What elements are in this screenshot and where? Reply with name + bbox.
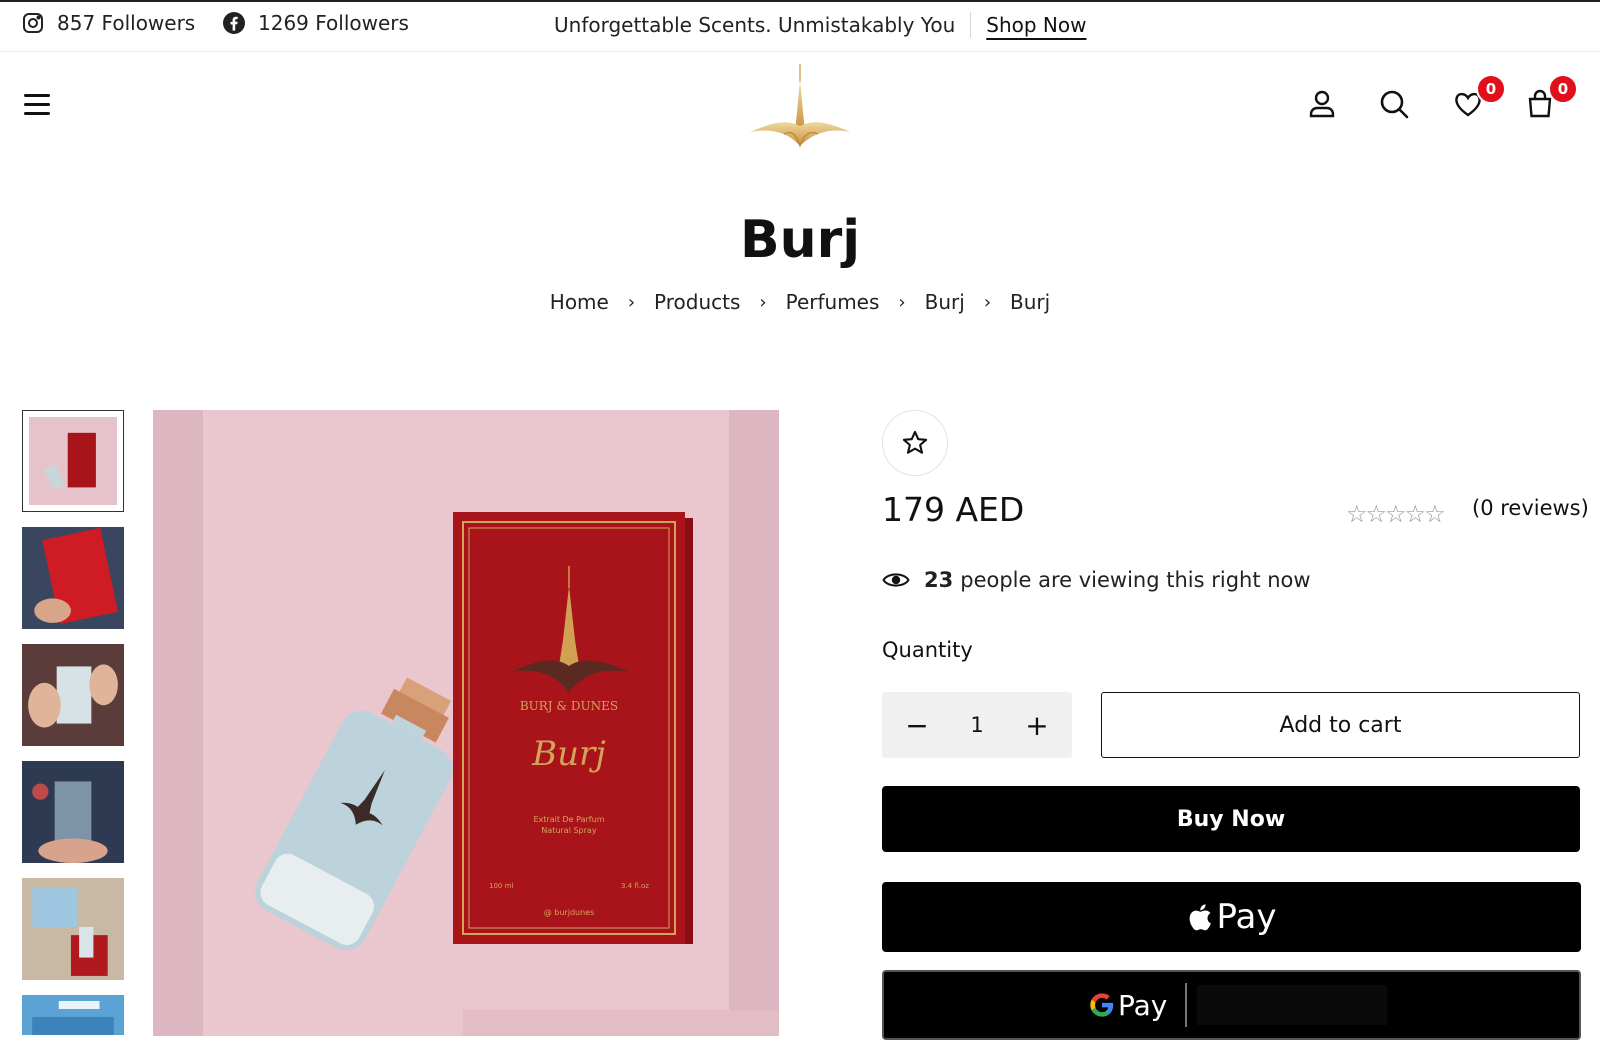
star-empty-icon: ☆ xyxy=(1424,500,1445,528)
breadcrumb: Home › Products › Perfumes › Burj › Burj xyxy=(0,290,1600,314)
buy-now-button[interactable]: Buy Now xyxy=(882,786,1580,852)
promo-message: Unforgettable Scents. Unmistakably You S… xyxy=(554,12,1086,38)
shop-now-link[interactable]: Shop Now xyxy=(986,13,1086,37)
add-to-cart-button[interactable]: Add to cart xyxy=(1101,692,1580,758)
cart-count-badge: 0 xyxy=(1548,74,1578,104)
thumbnail-image xyxy=(29,417,117,505)
thumbnail-image xyxy=(22,761,124,863)
account-button[interactable] xyxy=(1306,88,1342,124)
box-line-1: Extrait De Parfum xyxy=(534,815,605,824)
instagram-followers[interactable]: 857 Followers xyxy=(21,11,195,35)
google-pay-brand: Pay xyxy=(1088,989,1167,1022)
quantity-stepper: − 1 + xyxy=(882,692,1072,758)
burj-dunes-logo[interactable] xyxy=(748,62,852,158)
breadcrumb-current: Burj xyxy=(1010,290,1051,314)
viewers-text: people are viewing this right now xyxy=(960,568,1311,592)
quantity-decrease-button[interactable]: − xyxy=(902,709,932,742)
box-handle: @ burjdunes xyxy=(544,908,595,917)
quantity-label: Quantity xyxy=(882,638,973,662)
promo-text: Unforgettable Scents. Unmistakably You xyxy=(554,13,956,37)
breadcrumb-burj-collection[interactable]: Burj xyxy=(925,290,965,314)
thumbnail-2[interactable] xyxy=(22,527,124,629)
google-pay-divider xyxy=(1185,983,1188,1027)
box-volume-oz: 3.4 fl.oz xyxy=(621,882,649,890)
thumbnail-image xyxy=(22,995,124,1035)
instagram-icon xyxy=(23,13,43,33)
thumbnail-3[interactable] xyxy=(22,644,124,746)
apple-pay-label: Pay xyxy=(1216,897,1277,937)
main-product-image[interactable]: BURJ & DUNES Burj Extrait De Parfum Natu… xyxy=(153,410,779,1036)
thumbnail-image xyxy=(22,878,124,980)
page-title: Burj xyxy=(739,210,861,270)
instagram-count: 857 xyxy=(57,11,96,35)
search-button[interactable] xyxy=(1378,88,1414,124)
star-empty-icon: ☆ xyxy=(1404,500,1426,528)
wishlist-toggle-button[interactable] xyxy=(882,410,948,476)
breadcrumb-separator: › xyxy=(759,291,767,313)
instagram-label: Followers xyxy=(101,11,196,35)
apple-logo-icon xyxy=(1189,904,1211,931)
google-pay-button[interactable]: Pay xyxy=(882,970,1581,1040)
thumbnail-6[interactable] xyxy=(22,995,124,1035)
box-brand-text: BURJ & DUNES xyxy=(520,699,618,713)
box-line-2: Natural Spray xyxy=(541,826,596,835)
breadcrumb-home[interactable]: Home xyxy=(550,290,609,314)
breadcrumb-perfumes[interactable]: Perfumes xyxy=(786,290,880,314)
eye-icon xyxy=(882,573,910,587)
facebook-label: Followers xyxy=(315,11,409,35)
search-icon xyxy=(1380,90,1409,119)
box-volume: 100 ml xyxy=(489,882,513,890)
google-pay-card-area xyxy=(1197,985,1388,1025)
box-script-text: Burj xyxy=(531,734,606,774)
apple-pay-button[interactable]: Pay xyxy=(882,882,1581,952)
product-photo: BURJ & DUNES Burj Extrait De Parfum Natu… xyxy=(153,410,779,1036)
hamburger-menu-icon[interactable] xyxy=(24,94,52,118)
star-empty-icon: ☆ xyxy=(1346,500,1367,528)
google-pay-label: Pay xyxy=(1118,988,1168,1022)
facebook-followers[interactable]: 1269 Followers xyxy=(222,11,409,35)
thumbnail-image xyxy=(22,644,124,746)
breadcrumb-separator: › xyxy=(898,291,906,313)
announcement-bar: 857 Followers 1269 Followers Unforgettab… xyxy=(0,0,1600,52)
facebook-icon xyxy=(223,12,245,34)
google-g-icon xyxy=(1090,993,1114,1017)
rating-stars: ☆ ☆ ☆ ☆ ☆ xyxy=(1346,500,1446,528)
reviews-link[interactable]: (0 reviews) xyxy=(1472,496,1589,520)
breadcrumb-separator: › xyxy=(627,291,636,313)
thumbnail-image xyxy=(22,527,124,629)
facebook-count: 1269 xyxy=(258,11,309,35)
viewers-count: 23 xyxy=(924,568,954,592)
wishlist-button[interactable]: 0 xyxy=(1452,74,1506,124)
star-outline-icon xyxy=(902,430,928,454)
thumbnail-5[interactable] xyxy=(22,878,124,980)
star-empty-icon: ☆ xyxy=(1365,500,1387,528)
promo-divider xyxy=(970,12,972,38)
quantity-increase-button[interactable]: + xyxy=(1022,709,1052,742)
live-viewers: 23 people are viewing this right now xyxy=(882,568,1311,592)
thumbnail-4[interactable] xyxy=(22,761,124,863)
cart-button[interactable]: 0 xyxy=(1524,74,1578,124)
quantity-value[interactable]: 1 xyxy=(970,713,983,737)
wishlist-count-badge: 0 xyxy=(1476,74,1506,104)
thumbnail-1[interactable] xyxy=(22,410,124,512)
star-empty-icon: ☆ xyxy=(1385,500,1406,528)
user-icon xyxy=(1309,90,1335,118)
breadcrumb-separator: › xyxy=(983,291,992,313)
product-price: 179 AED xyxy=(882,490,1025,529)
breadcrumb-products[interactable]: Products xyxy=(654,290,740,314)
